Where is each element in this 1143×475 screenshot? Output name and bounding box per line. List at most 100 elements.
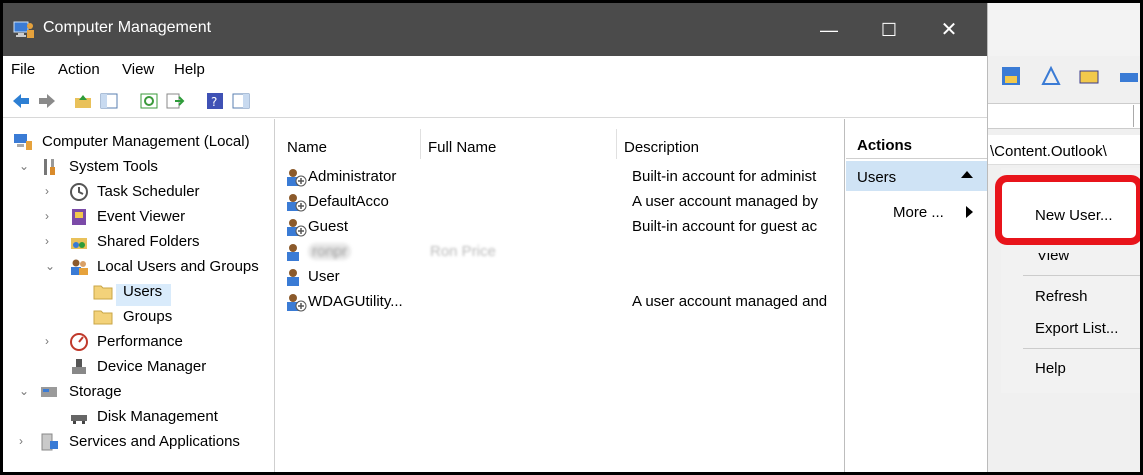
device-manager-icon <box>72 359 86 374</box>
user-icon <box>287 244 299 261</box>
user-name: Guest <box>308 218 349 235</box>
computer-management-icon <box>13 21 34 38</box>
close-button[interactable]: ✕ <box>929 13 969 47</box>
tree-label: Local Users and Groups <box>97 258 259 275</box>
tree-label: Shared Folders <box>97 233 200 250</box>
screenshot-frame: Computer Management — ☐ ✕ File Action Vi… <box>0 0 1143 475</box>
menu-help[interactable]: Help <box>174 61 205 78</box>
user-description: Built-in account for guest ac <box>632 218 818 235</box>
svg-text:?: ? <box>211 95 217 109</box>
user-icon <box>287 194 307 212</box>
menu-item-export-list[interactable]: Export List... <box>1035 320 1118 337</box>
submenu-arrow-icon <box>966 206 973 218</box>
chevron-down-icon[interactable]: ⌄ <box>19 384 31 398</box>
navigation-tree: Computer Management (Local) ⌄ System Too… <box>3 119 275 472</box>
chevron-down-icon[interactable]: ⌄ <box>19 159 31 173</box>
column-header-full-name[interactable]: Full Name <box>428 139 496 156</box>
tree-label: Services and Applications <box>69 433 240 450</box>
user-description: Built-in account for administ <box>632 168 817 185</box>
menu-bar: File Action View Help <box>3 56 987 84</box>
back-arrow-icon[interactable] <box>11 92 31 110</box>
menu-view[interactable]: View <box>122 61 154 78</box>
user-icon <box>287 219 307 237</box>
tree-label: Users <box>123 283 163 300</box>
address-divider <box>1133 105 1134 127</box>
collapse-triangle-icon[interactable] <box>961 171 973 178</box>
menu-file[interactable]: File <box>11 61 35 78</box>
shared-folders-icon <box>71 238 87 249</box>
menu-separator <box>1023 348 1140 349</box>
menu-item-refresh[interactable]: Refresh <box>1035 288 1088 305</box>
user-name: DefaultAcco <box>308 193 389 210</box>
more-actions-item[interactable]: More ... <box>893 204 944 221</box>
user-name-redacted: ronpr <box>308 243 352 260</box>
users-group-icon <box>71 259 88 275</box>
chevron-right-icon[interactable]: › <box>19 434 31 448</box>
window-title: Computer Management <box>43 19 212 36</box>
menu-item-help[interactable]: Help <box>1035 360 1066 377</box>
chevron-right-icon[interactable]: › <box>45 234 57 248</box>
refresh-icon[interactable] <box>139 92 159 110</box>
user-name: Administrator <box>308 168 397 185</box>
properties-pane-icon[interactable] <box>231 92 251 110</box>
tree-label: Device Manager <box>97 358 207 375</box>
disk-management-icon <box>71 415 87 424</box>
tree-label: Disk Management <box>97 408 218 425</box>
tray-icon[interactable] <box>1078 65 1100 87</box>
menu-action[interactable]: Action <box>58 61 100 78</box>
title-bar: Computer Management — ☐ ✕ <box>3 3 987 56</box>
system-tools-icon <box>44 159 55 175</box>
tree-label: Computer Management (Local) <box>42 133 250 150</box>
maximize-button[interactable]: ☐ <box>869 13 909 47</box>
folder-path: \Content.Outlook\ <box>988 135 1140 165</box>
column-header-description[interactable]: Description <box>624 139 699 156</box>
user-description: A user account managed by <box>632 193 818 210</box>
tree-label: Performance <box>97 333 183 350</box>
toolbar: ? <box>3 84 987 118</box>
user-name: WDAGUtility... <box>308 293 403 310</box>
help-icon[interactable]: ? <box>205 92 225 110</box>
clock-icon <box>70 183 88 201</box>
chevron-right-icon[interactable]: › <box>45 184 57 198</box>
export-list-icon[interactable] <box>165 92 185 110</box>
tree-label: Groups <box>123 308 173 325</box>
actions-pane: Actions Users More ... <box>846 119 987 472</box>
user-full-name-redacted: Ron Price <box>430 243 496 260</box>
folder-icon <box>93 310 113 325</box>
user-list: Name Full Name Description Administrator… <box>278 119 845 472</box>
user-name: User <box>308 268 340 285</box>
save-icon[interactable] <box>1000 65 1022 87</box>
triangle-tool-icon[interactable] <box>1040 65 1062 87</box>
user-icon <box>287 294 307 312</box>
actions-header: Actions <box>846 129 987 159</box>
computer-management-icon <box>14 134 32 150</box>
column-header-name[interactable]: Name <box>287 139 327 156</box>
user-icon <box>287 269 299 286</box>
user-icon <box>287 169 307 187</box>
services-applications-icon <box>41 433 58 451</box>
menu-item-new-user[interactable]: New User... <box>1035 207 1113 224</box>
column-divider[interactable] <box>616 129 617 159</box>
chevron-right-icon[interactable]: › <box>45 209 57 223</box>
background-window-titlebar <box>988 3 1140 56</box>
up-folder-icon[interactable] <box>73 92 93 110</box>
tree-label: Task Scheduler <box>97 183 200 200</box>
event-viewer-icon <box>72 209 86 225</box>
menu-separator <box>1023 275 1140 276</box>
performance-icon <box>70 333 88 351</box>
column-divider[interactable] <box>420 129 421 159</box>
forward-arrow-icon[interactable] <box>37 92 57 110</box>
main-content: Computer Management (Local) ⌄ System Too… <box>3 119 987 472</box>
show-hide-tree-icon[interactable] <box>99 92 119 110</box>
storage-icon <box>41 387 57 397</box>
minimize-button[interactable]: — <box>809 13 849 47</box>
tree-label: Storage <box>69 383 122 400</box>
chevron-down-icon[interactable]: ⌄ <box>45 259 57 273</box>
chevron-right-icon[interactable]: › <box>45 334 57 348</box>
tree-label: System Tools <box>69 158 158 175</box>
print-icon[interactable] <box>1118 65 1140 87</box>
address-bar[interactable] <box>988 103 1140 129</box>
folder-icon <box>93 285 113 300</box>
tree-label: Event Viewer <box>97 208 186 225</box>
user-description: A user account managed and <box>632 293 828 310</box>
